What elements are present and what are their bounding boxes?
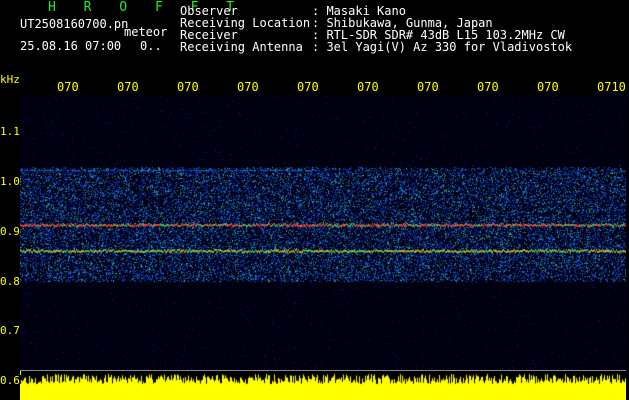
zero-label: 0.. — [140, 39, 162, 53]
y-tick: 0.6 — [0, 374, 20, 387]
y-tick: 1.1 — [0, 125, 20, 138]
x-tick: 070 — [537, 80, 559, 94]
y-tick: 0.8 — [0, 275, 20, 288]
x-tick: 070 — [237, 80, 259, 94]
x-tick: 070 — [117, 80, 139, 94]
datetime-label: 25.08.16 07:00 — [20, 39, 122, 53]
antenna-value: : 3el Yagi(V) Az 330 for Vladivostok — [312, 40, 573, 54]
antenna-label: Receiving Antenna — [180, 40, 303, 54]
x-tick: 070 — [57, 80, 79, 94]
meteor-label: meteor — [124, 25, 168, 39]
y-tick: 1.0 — [0, 175, 20, 188]
x-tick: 070 — [177, 80, 199, 94]
baseline-line — [20, 370, 626, 371]
filename-label: UT2508160700.pn — [20, 17, 129, 31]
signal-level-meter — [20, 373, 626, 400]
x-tick: 070 — [477, 80, 499, 94]
x-tick: 0710 — [597, 80, 626, 94]
y-tick: 0.7 — [0, 324, 20, 337]
y-axis-unit: kHz — [0, 73, 20, 86]
x-tick: 070 — [357, 80, 379, 94]
spectrogram-image — [20, 95, 626, 370]
x-tick: 070 — [297, 80, 319, 94]
y-tick: 0.9 — [0, 225, 20, 238]
x-tick: 070 — [417, 80, 439, 94]
